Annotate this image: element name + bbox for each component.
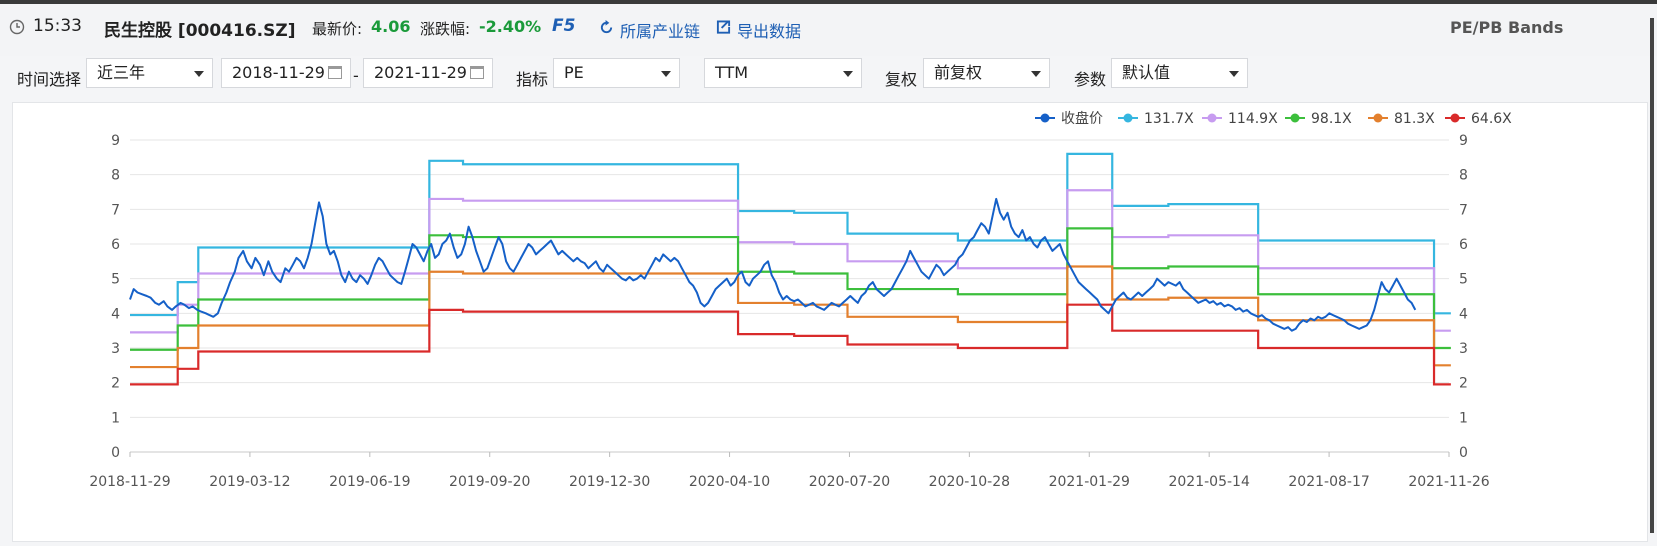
x-tick-label: 2021-05-14 [1168,474,1249,490]
x-tick-label: 2021-11-26 [1408,474,1489,490]
x-tick-label: 2019-12-30 [569,474,650,490]
legend-swatch-dot [1123,113,1133,123]
legend-swatch-dot [1290,113,1300,123]
y-tick-label-right: 3 [1459,341,1468,357]
scrollbar[interactable] [1650,18,1654,533]
band-line-64.6X [130,303,1451,386]
y-tick-label-left: 9 [111,133,120,149]
y-tick-label-left: 4 [111,306,120,322]
x-tick-label: 2019-09-20 [449,474,530,490]
legend-item[interactable]: 114.9X [1202,111,1278,127]
y-tick-label-left: 5 [111,272,120,288]
y-tick-label-right: 8 [1459,168,1468,184]
x-tick-label: 2021-01-29 [1049,474,1130,490]
y-tick-label-right: 5 [1459,272,1468,288]
legend-swatch-dot [1373,113,1383,123]
legend-label: 131.7X [1144,111,1194,127]
y-tick-label-left: 6 [111,237,120,253]
x-tick-label: 2019-03-12 [209,474,290,490]
legend-item[interactable]: 收盘价 [1035,110,1103,127]
y-tick-label-right: 2 [1459,376,1468,392]
y-tick-label-right: 6 [1459,237,1468,253]
legend-item[interactable]: 64.6X [1445,111,1512,127]
x-tick-label: 2020-07-20 [809,474,890,490]
y-tick-label-right: 4 [1459,306,1468,322]
legend-label: 收盘价 [1061,110,1103,127]
x-tick-label: 2019-06-19 [329,474,410,490]
y-tick-label-right: 7 [1459,202,1468,218]
y-tick-label-left: 3 [111,341,120,357]
legend-swatch-dot [1207,113,1217,123]
y-tick-label-right: 1 [1459,410,1468,426]
legend-label: 114.9X [1228,111,1278,127]
y-tick-label-left: 0 [111,445,120,461]
legend-label: 81.3X [1394,111,1435,127]
legend-swatch-dot [1040,113,1050,123]
x-tick-label: 2020-04-10 [689,474,770,490]
y-tick-label-left: 7 [111,202,120,218]
y-tick-label-right: 9 [1459,133,1468,149]
y-tick-label-left: 1 [111,410,120,426]
legend-swatch-dot [1450,113,1460,123]
x-tick-label: 2021-08-17 [1288,474,1369,490]
pe-bands-chart: 0 0 1 1 2 2 3 3 4 4 5 5 6 6 7 7 8 8 9 9 2018-11-29 2019-03-12… [89,110,1512,490]
legend-item[interactable]: 131.7X [1118,111,1194,127]
close-price-line [129,197,1417,332]
x-tick-label: 2020-10-28 [929,474,1010,490]
legend-item[interactable]: 98.1X [1285,111,1352,127]
legend-item[interactable]: 81.3X [1368,111,1435,127]
y-tick-label-right: 0 [1459,445,1468,461]
legend-label: 64.6X [1471,111,1512,127]
legend-label: 98.1X [1311,111,1352,127]
x-tick-label: 2018-11-29 [89,474,170,490]
y-tick-label-left: 8 [111,168,120,184]
y-tick-label-left: 2 [111,376,120,392]
